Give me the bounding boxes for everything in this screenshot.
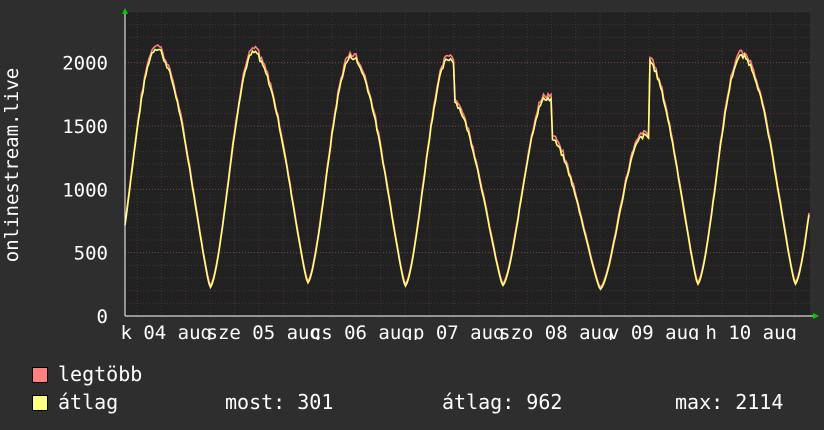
- x-tick-label: k 04 aug: [120, 322, 212, 340]
- x-tick-label: p 07 aug: [413, 322, 505, 340]
- legend-swatch-atlag: [32, 395, 48, 411]
- y-axis-ticks: 0 500 1000 1500 2000: [62, 53, 108, 328]
- legend-label-legtobb: legtöbb: [58, 362, 143, 386]
- x-tick-label: v 09 aug: [608, 322, 700, 340]
- y-tick-label: 1500: [62, 116, 108, 138]
- x-tick-label: sze 05 aug: [207, 322, 321, 340]
- x-tick-label: cs 06 aug: [310, 322, 413, 340]
- y-axis-label: onlinestream.live: [1, 68, 23, 262]
- x-tick-label: h 10 aug: [705, 322, 797, 340]
- stat-atlag: átlag: 962: [442, 390, 563, 414]
- y-tick-label: 2000: [62, 53, 108, 75]
- stat-max: max: 2114: [675, 390, 784, 414]
- x-axis-arrow: [813, 313, 819, 319]
- x-axis-ticks: k 04 augsze 05 augcs 06 aug p 07 augszo 0…: [120, 322, 797, 340]
- legend-label-atlag: átlag: [58, 390, 119, 414]
- y-tick-label: 0: [97, 306, 108, 328]
- y-tick-label: 500: [74, 243, 108, 265]
- y-tick-label: 1000: [62, 179, 108, 201]
- stat-most: most: 301: [225, 390, 334, 414]
- y-axis-arrow: [122, 8, 128, 14]
- x-tick-label: szo 08 aug: [499, 322, 613, 340]
- chart: 0 500 1000 1500 2000 k 04 augsze 05 augcs 06…: [1, 8, 819, 340]
- legend-swatch-legtobb: [32, 367, 48, 383]
